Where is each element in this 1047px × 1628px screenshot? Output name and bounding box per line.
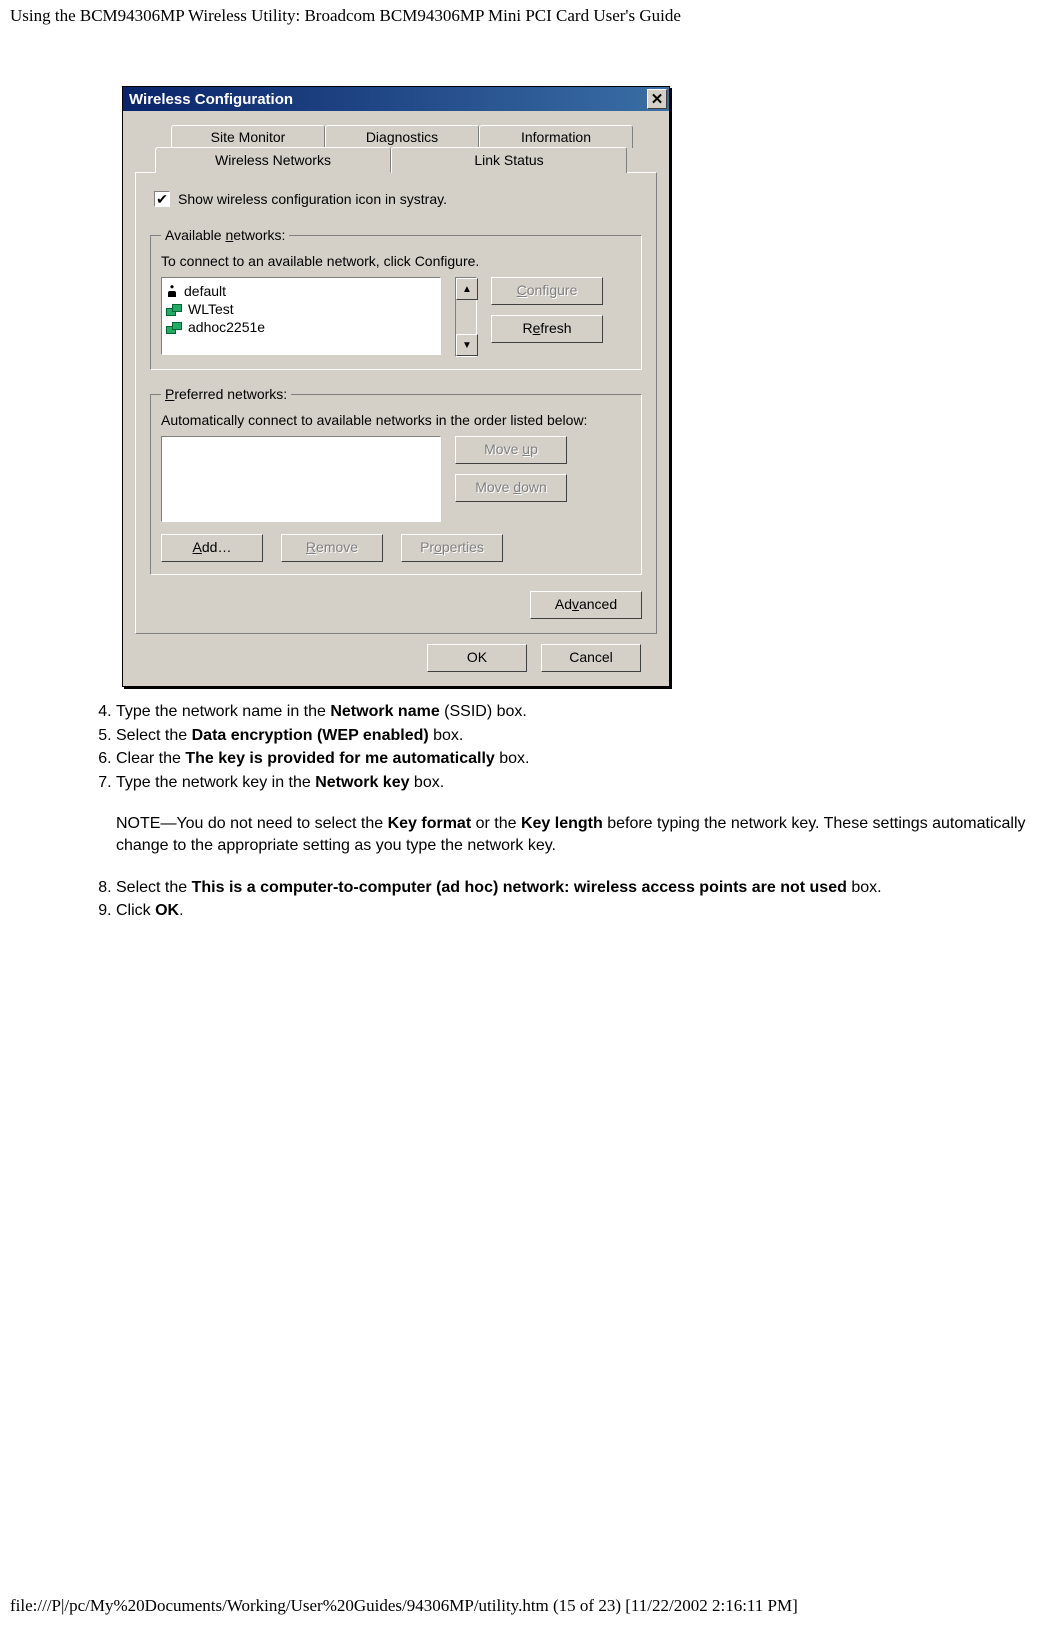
preferred-listbox[interactable] xyxy=(161,436,441,522)
tab-link-status[interactable]: Link Status xyxy=(391,147,627,173)
advanced-button[interactable]: Advanced xyxy=(530,591,642,619)
move-down-button[interactable]: Move down xyxy=(455,474,567,502)
available-listbox[interactable]: default WLTest adhoc2251e xyxy=(161,277,441,355)
tab-row-front: Wireless Networks Link Status xyxy=(155,147,657,173)
remove-button[interactable]: Remove xyxy=(281,534,383,562)
preferred-desc: Automatically connect to available netwo… xyxy=(161,412,631,428)
step-4: Type the network name in the Network nam… xyxy=(116,701,1037,723)
preferred-networks-group: Preferred networks: Automatically connec… xyxy=(150,386,642,575)
move-up-button[interactable]: Move up xyxy=(455,436,567,464)
close-icon[interactable]: ✕ xyxy=(647,89,667,109)
note-text: NOTE—You do not need to select the Key f… xyxy=(116,813,1036,856)
available-networks-group: Available networks: To connect to an ava… xyxy=(150,227,642,370)
preferred-legend: Preferred networks: xyxy=(161,386,291,402)
configure-button[interactable]: Configure xyxy=(491,277,603,305)
available-desc: To connect to an available network, clic… xyxy=(161,253,631,269)
available-legend: Available networks: xyxy=(161,227,289,243)
refresh-button[interactable]: Refresh xyxy=(491,315,603,343)
tab-diagnostics[interactable]: Diagnostics xyxy=(325,125,479,148)
properties-button[interactable]: Properties xyxy=(401,534,503,562)
ok-button[interactable]: OK xyxy=(427,644,527,672)
step-6: Clear the The key is provided for me aut… xyxy=(116,748,1037,770)
tab-row-back: Site Monitor Diagnostics Information xyxy=(171,125,657,148)
systray-row: ✔ Show wireless configuration icon in sy… xyxy=(154,191,642,207)
dialog-body: Site Monitor Diagnostics Information Wir… xyxy=(123,111,669,686)
titlebar-title: Wireless Configuration xyxy=(129,91,647,108)
systray-checkbox[interactable]: ✔ xyxy=(154,191,170,207)
scrollbar[interactable]: ▲ ▼ xyxy=(455,277,477,357)
tab-site-monitor[interactable]: Site Monitor xyxy=(171,125,325,148)
scroll-down-icon[interactable]: ▼ xyxy=(456,334,478,356)
cancel-button[interactable]: Cancel xyxy=(541,644,641,672)
step-8: Select the This is a computer-to-compute… xyxy=(116,877,1037,899)
network-icon xyxy=(166,322,182,332)
tab-wireless-networks[interactable]: Wireless Networks xyxy=(155,147,391,173)
doc-header: Using the BCM94306MP Wireless Utility: B… xyxy=(10,6,1037,26)
titlebar: Wireless Configuration ✕ xyxy=(123,87,669,111)
step-5: Select the Data encryption (WEP enabled)… xyxy=(116,725,1037,747)
list-item[interactable]: adhoc2251e xyxy=(164,318,438,336)
add-button[interactable]: Add… xyxy=(161,534,263,562)
list-item[interactable]: default xyxy=(164,282,438,300)
list-item[interactable]: WLTest xyxy=(164,300,438,318)
dialog-footer: OK Cancel xyxy=(135,634,657,672)
network-icon xyxy=(166,304,182,314)
instructions-list-2: Select the This is a computer-to-compute… xyxy=(78,877,1037,922)
tab-panel: ✔ Show wireless configuration icon in sy… xyxy=(135,172,657,634)
systray-label: Show wireless configuration icon in syst… xyxy=(178,191,447,207)
person-icon xyxy=(166,284,178,298)
step-9: Click OK. xyxy=(116,900,1037,922)
step-7: Type the network key in the Network key … xyxy=(116,772,1037,794)
doc-footer: file:///P|/pc/My%20Documents/Working/Use… xyxy=(10,1596,798,1616)
wireless-config-dialog: Wireless Configuration ✕ Site Monitor Di… xyxy=(122,86,670,687)
instructions-list: Type the network name in the Network nam… xyxy=(78,701,1037,793)
scroll-up-icon[interactable]: ▲ xyxy=(456,278,478,300)
tab-information[interactable]: Information xyxy=(479,125,633,148)
